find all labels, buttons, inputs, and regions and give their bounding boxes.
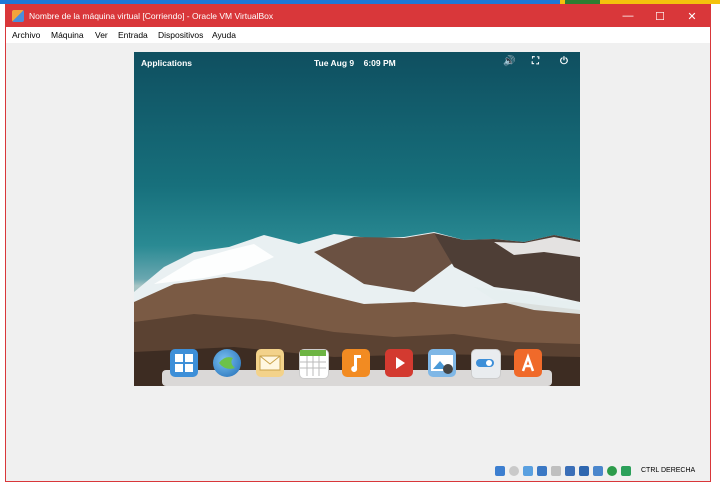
calendar-icon[interactable] (299, 349, 329, 379)
mouse-integration-icon[interactable] (621, 466, 631, 476)
videos-icon[interactable] (385, 349, 413, 377)
status-bar: CTRL DERECHA (6, 463, 710, 481)
host-key-label: CTRL DERECHA (641, 467, 696, 474)
display-icon[interactable] (579, 466, 589, 476)
photos-icon[interactable] (428, 349, 456, 377)
audio-icon[interactable] (523, 466, 533, 476)
optical-drive-icon[interactable] (509, 466, 519, 476)
network-adapter-icon[interactable] (537, 466, 547, 476)
virtualbox-window: Nombre de la máquina virtual [Corriendo]… (5, 4, 711, 482)
menu-dispositivos[interactable]: Dispositivos (158, 30, 203, 40)
maximize-button[interactable]: ☐ (644, 5, 676, 27)
window-title: Nombre de la máquina virtual [Corriendo]… (29, 11, 274, 21)
guest-screen[interactable]: Applications Tue Aug 9 6:09 PM 🔊 ⛶ ⏻ (134, 52, 580, 386)
network-icon[interactable]: ⛶ (532, 56, 539, 67)
top-panel: Applications Tue Aug 9 6:09 PM 🔊 ⛶ ⏻ (134, 52, 580, 74)
multitasking-view-icon[interactable] (170, 349, 198, 377)
menu-ayuda[interactable]: Ayuda (212, 30, 236, 40)
panel-date-text: Tue Aug 9 (314, 58, 355, 68)
power-icon[interactable]: ⏻ (560, 56, 568, 67)
music-icon[interactable] (342, 349, 370, 377)
hard-disk-icon[interactable] (495, 466, 505, 476)
minimize-button[interactable]: — (612, 5, 644, 27)
wallpaper-mountains (134, 232, 580, 386)
appcenter-icon[interactable] (514, 349, 542, 377)
video-capture-icon[interactable] (593, 466, 603, 476)
menu-entrada[interactable]: Entrada (118, 30, 148, 40)
menu-ver[interactable]: Ver (95, 30, 108, 40)
menu-maquina[interactable]: Máquina (51, 30, 84, 40)
usb-icon[interactable] (551, 466, 561, 476)
shared-folders-icon[interactable] (565, 466, 575, 476)
settings-icon[interactable] (471, 349, 501, 379)
web-browser-icon[interactable] (213, 349, 241, 377)
title-bar[interactable]: Nombre de la máquina virtual [Corriendo]… (6, 5, 710, 27)
panel-time-text: 6:09 PM (363, 58, 396, 68)
close-button[interactable]: ✕ (676, 5, 708, 27)
applications-menu[interactable]: Applications (141, 58, 192, 68)
mail-icon[interactable] (256, 349, 284, 377)
volume-icon[interactable]: 🔊 (503, 56, 515, 67)
virtualization-icon[interactable] (607, 466, 617, 476)
virtualbox-app-icon (12, 10, 24, 22)
menu-archivo[interactable]: Archivo (12, 30, 40, 40)
panel-date[interactable]: Tue Aug 9 6:09 PM (314, 58, 396, 68)
menu-bar: Archivo Máquina Ver Entrada Dispositivos… (6, 27, 710, 43)
